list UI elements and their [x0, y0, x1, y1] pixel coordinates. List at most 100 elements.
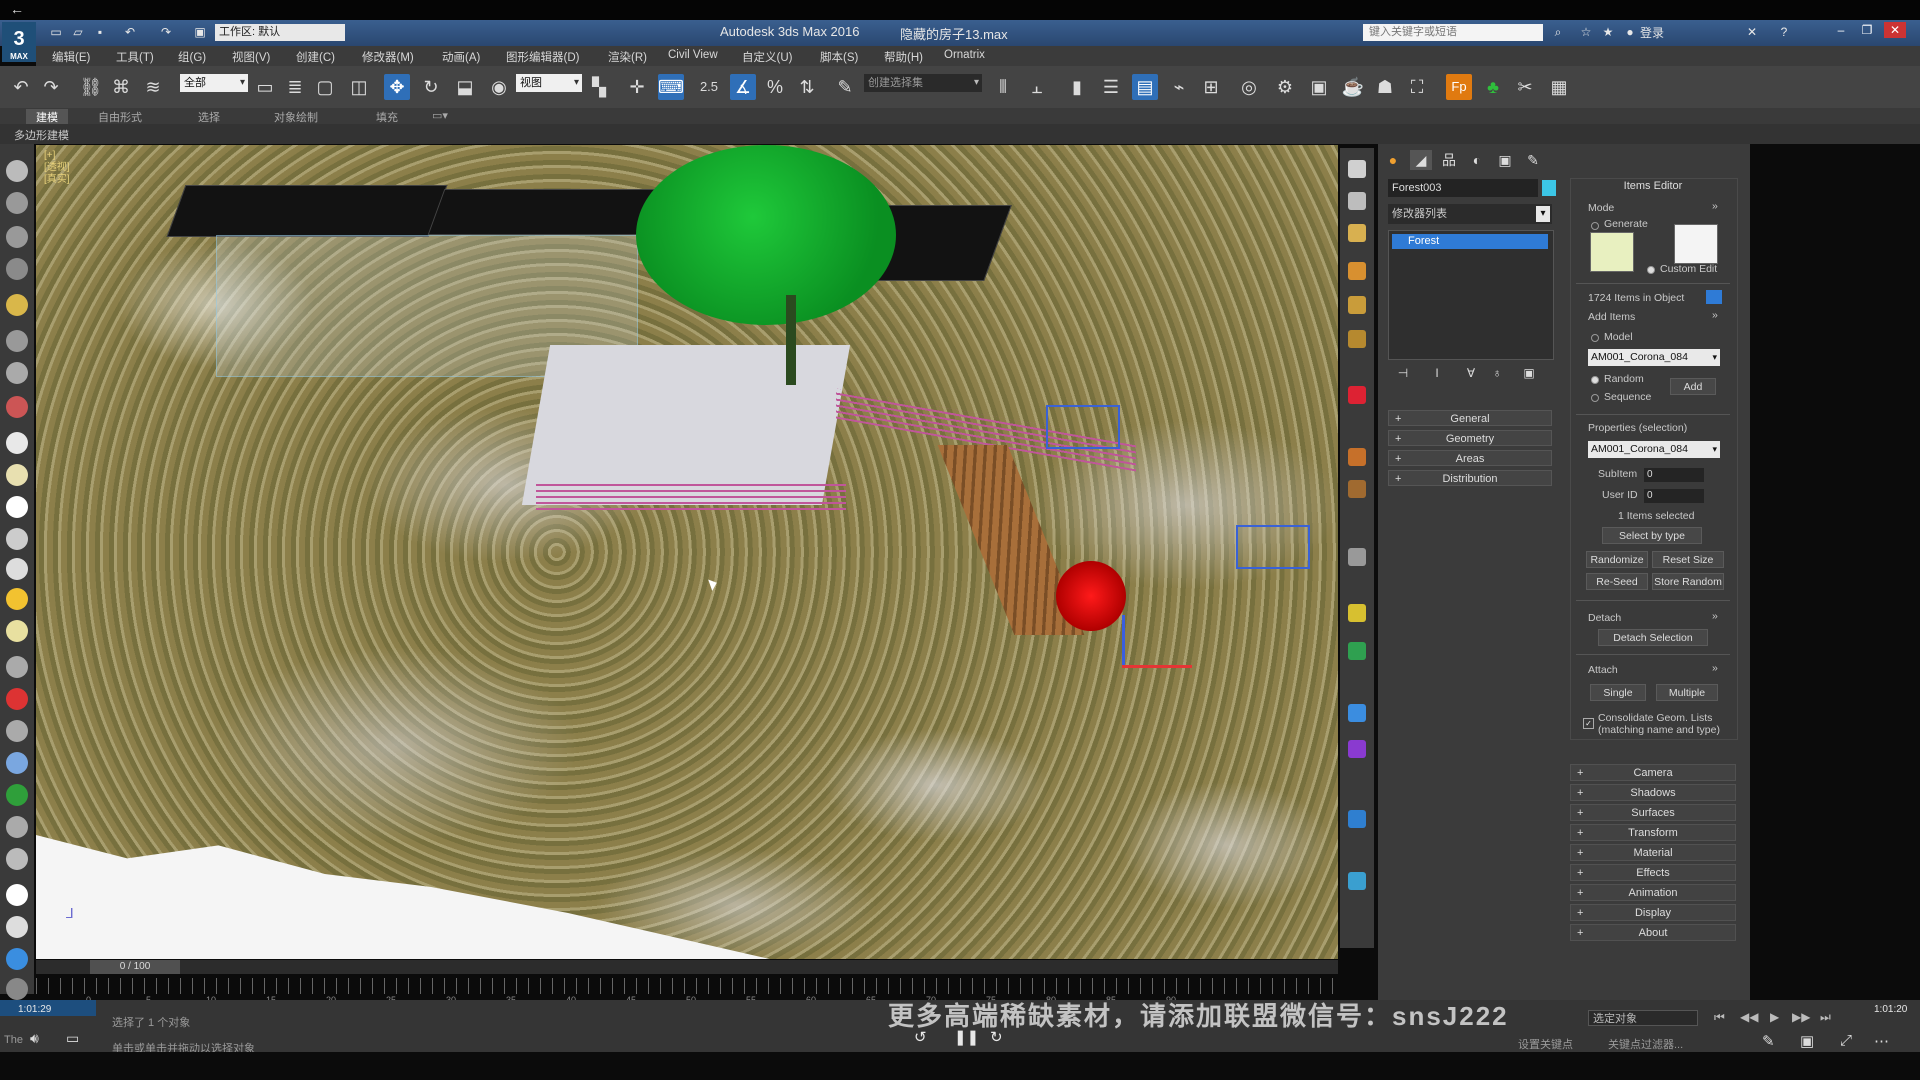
refresh-icon[interactable]: [1706, 290, 1722, 304]
menu-civil-view[interactable]: Civil View: [668, 49, 718, 61]
multiple-button[interactable]: Multiple: [1656, 684, 1718, 701]
go-to-start-icon[interactable]: ⏮: [1714, 1010, 1725, 1025]
show-end-result-icon[interactable]: I: [1428, 366, 1446, 382]
configure-sets-icon[interactable]: ▣: [1520, 366, 1538, 382]
random-radio[interactable]: [1591, 376, 1599, 384]
camera-tool-icon[interactable]: [6, 396, 28, 418]
render-setup-icon[interactable]: ⚙: [1272, 74, 1298, 100]
render-online-icon[interactable]: ⛶: [1404, 74, 1430, 100]
angle-snap-icon[interactable]: ∡: [730, 74, 756, 100]
strip-icon-6[interactable]: [1348, 330, 1366, 348]
menu-rendering[interactable]: 渲染(R): [608, 49, 647, 65]
select-object-icon[interactable]: ▭: [252, 74, 278, 100]
chevron-down-icon[interactable]: »: [1712, 610, 1718, 622]
viewport-label[interactable]: [+] [透视] [真实]: [44, 150, 70, 186]
align-icon[interactable]: ⫠: [1024, 74, 1050, 100]
properties-dropdown[interactable]: AM001_Corona_084: [1588, 441, 1720, 458]
teapot-tool-icon[interactable]: [6, 884, 28, 906]
login-link[interactable]: 登录: [1640, 24, 1664, 41]
close-icon[interactable]: ✕: [1884, 22, 1906, 38]
scene-explorer-icon[interactable]: ☰: [1098, 74, 1124, 100]
strip-icon-3[interactable]: [1348, 224, 1366, 242]
reset-size-button[interactable]: Reset Size: [1652, 551, 1724, 568]
layer-manager-icon[interactable]: ▮: [1064, 74, 1090, 100]
user-icon[interactable]: ●: [1622, 25, 1638, 39]
menu-tools[interactable]: 工具(T): [116, 49, 154, 65]
keyboard-shortcut-icon[interactable]: ⌨: [658, 74, 684, 100]
sequence-radio[interactable]: [1591, 394, 1599, 402]
strip-icon-12[interactable]: [1348, 642, 1366, 660]
select-by-name-icon[interactable]: ≣: [282, 74, 308, 100]
graphite-toggle-icon[interactable]: ▤: [1132, 74, 1158, 100]
star-icon[interactable]: ☆: [1578, 25, 1594, 39]
scatter-tool-icon[interactable]: [6, 816, 28, 838]
menu-create[interactable]: 创建(C): [296, 49, 335, 65]
back-arrow-icon[interactable]: ←: [10, 1, 24, 17]
restore-icon[interactable]: ❐: [1856, 22, 1878, 38]
polygon-modeling-label[interactable]: 多边形建模: [14, 127, 69, 143]
strip-icon-16[interactable]: [1348, 872, 1366, 890]
menu-scripting[interactable]: 脚本(S): [820, 49, 858, 65]
favorites-icon[interactable]: ★: [1600, 25, 1616, 39]
table-tool-icon[interactable]: [6, 258, 28, 280]
strip-icon-7[interactable]: [1348, 386, 1366, 404]
helper-tool-icon[interactable]: [6, 330, 28, 352]
rollout-effects[interactable]: + Effects: [1570, 864, 1736, 881]
create-tab-icon[interactable]: ●: [1382, 150, 1404, 170]
rollout-camera[interactable]: + Camera: [1570, 764, 1736, 781]
redo-icon[interactable]: ↷: [158, 25, 174, 39]
window-crossing-icon[interactable]: ◫: [346, 74, 372, 100]
rollout-areas[interactable]: + Areas: [1388, 450, 1552, 466]
pencil-icon[interactable]: ✎: [1762, 1032, 1775, 1050]
strip-icon-5[interactable]: [1348, 296, 1366, 314]
bind-space-warp-icon[interactable]: ≋: [140, 74, 166, 100]
ribbon-options-icon[interactable]: ▭▾: [432, 109, 448, 122]
sphere-primitive-icon[interactable]: [6, 496, 28, 518]
custom-edit-radio[interactable]: [1647, 266, 1655, 274]
rollout-geometry[interactable]: + Geometry: [1388, 430, 1552, 446]
rollout-display[interactable]: + Display: [1570, 904, 1736, 921]
selected-red-object[interactable]: [1056, 561, 1126, 631]
exchange-icon[interactable]: ✕: [1744, 25, 1760, 39]
pip-icon[interactable]: ▣: [1800, 1032, 1814, 1050]
add-button[interactable]: Add: [1670, 378, 1716, 395]
display-tab-icon[interactable]: ▣: [1494, 150, 1516, 170]
rollout-transform[interactable]: + Transform: [1570, 824, 1736, 841]
new-file-icon[interactable]: ▭: [48, 25, 64, 39]
utility-tool-icon[interactable]: [6, 916, 28, 938]
tree-icon[interactable]: ♣: [1480, 74, 1506, 100]
track-bar[interactable]: [36, 978, 1338, 994]
modifier-tool-icon[interactable]: [6, 848, 28, 870]
key-mode-dropdown[interactable]: 选定对象: [1588, 1010, 1698, 1026]
rollout-animation[interactable]: + Animation: [1570, 884, 1736, 901]
rewind-10-icon[interactable]: ↺: [914, 1028, 927, 1046]
modify-tab-icon[interactable]: ◢: [1410, 150, 1432, 170]
object-color-swatch[interactable]: [1542, 180, 1556, 196]
chevron-down-icon[interactable]: ▾: [1536, 206, 1550, 222]
chevron-down-icon[interactable]: »: [1712, 200, 1718, 212]
panel-icon[interactable]: ▦: [1546, 74, 1572, 100]
menu-customize[interactable]: 自定义(U): [742, 49, 792, 65]
app-logo[interactable]: 3 MAX: [2, 22, 36, 62]
cylinder-tool-icon[interactable]: [6, 464, 28, 486]
menu-modifiers[interactable]: 修改器(M): [362, 49, 414, 65]
script-tool-icon[interactable]: [6, 978, 28, 1000]
selection-filter-dropdown[interactable]: 全部: [180, 74, 248, 92]
project-folder-icon[interactable]: ▣: [192, 25, 208, 39]
tab-object-paint[interactable]: 对象绘制: [274, 109, 318, 125]
randomize-button[interactable]: Randomize: [1586, 551, 1648, 568]
percent-snap-icon[interactable]: %: [762, 74, 788, 100]
generate-radio[interactable]: [1591, 222, 1599, 230]
strip-icon-2[interactable]: [1348, 192, 1366, 210]
green-tree[interactable]: [636, 145, 896, 325]
torus-tool-icon[interactable]: [6, 528, 28, 550]
grid-tool-icon[interactable]: [6, 226, 28, 248]
time-slider[interactable]: 0 / 100: [90, 960, 180, 974]
strip-icon-1[interactable]: [1348, 160, 1366, 178]
paint-tool-icon[interactable]: [6, 688, 28, 710]
model-radio[interactable]: [1591, 334, 1599, 342]
remove-modifier-icon[interactable]: ♁: [1488, 366, 1506, 382]
consolidate-checkbox[interactable]: ✓: [1583, 718, 1594, 729]
tab-freeform[interactable]: 自由形式: [98, 109, 142, 125]
forestpack-icon[interactable]: Fp: [1446, 74, 1472, 100]
